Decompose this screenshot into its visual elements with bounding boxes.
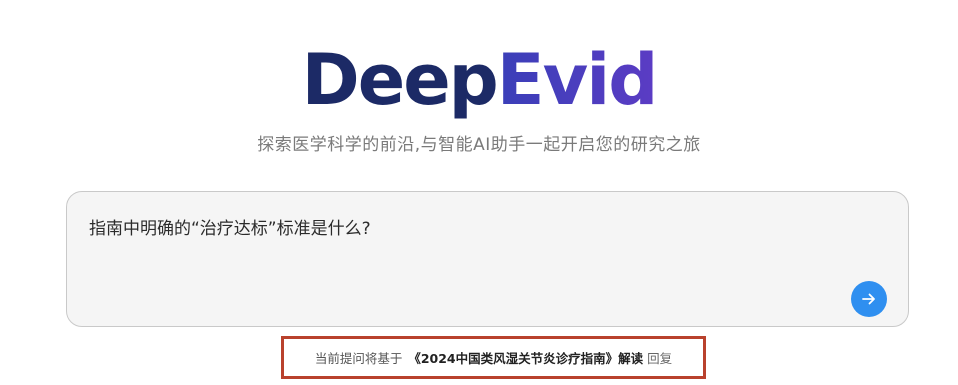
notice-prefix: 当前提问将基于 [314, 351, 403, 366]
guideline-notice: 当前提问将基于 《2024中国类风湿关节炎诊疗指南》解读 回复 [281, 336, 706, 379]
notice-suffix: 回复 [647, 351, 673, 366]
page: DeepEvid 探索医学科学的前沿,与智能AI助手一起开启您的研究之旅 指南中… [0, 0, 958, 385]
question-input-box[interactable]: 指南中明确的“治疗达标”标准是什么? [66, 191, 909, 327]
send-button[interactable] [851, 281, 887, 317]
tagline: 探索医学科学的前沿,与智能AI助手一起开启您的研究之旅 [257, 135, 701, 155]
deepevid-logo: DeepEvid [0, 38, 958, 122]
guideline-title: 《2024中国类风湿关节炎诊疗指南》解读 [408, 351, 644, 366]
logo-evid-text: Evid [496, 39, 659, 121]
logo-deep-text: Deep [301, 39, 499, 121]
question-input[interactable]: 指南中明确的“治疗达标”标准是什么? [89, 214, 371, 239]
arrow-right-icon [862, 293, 875, 305]
